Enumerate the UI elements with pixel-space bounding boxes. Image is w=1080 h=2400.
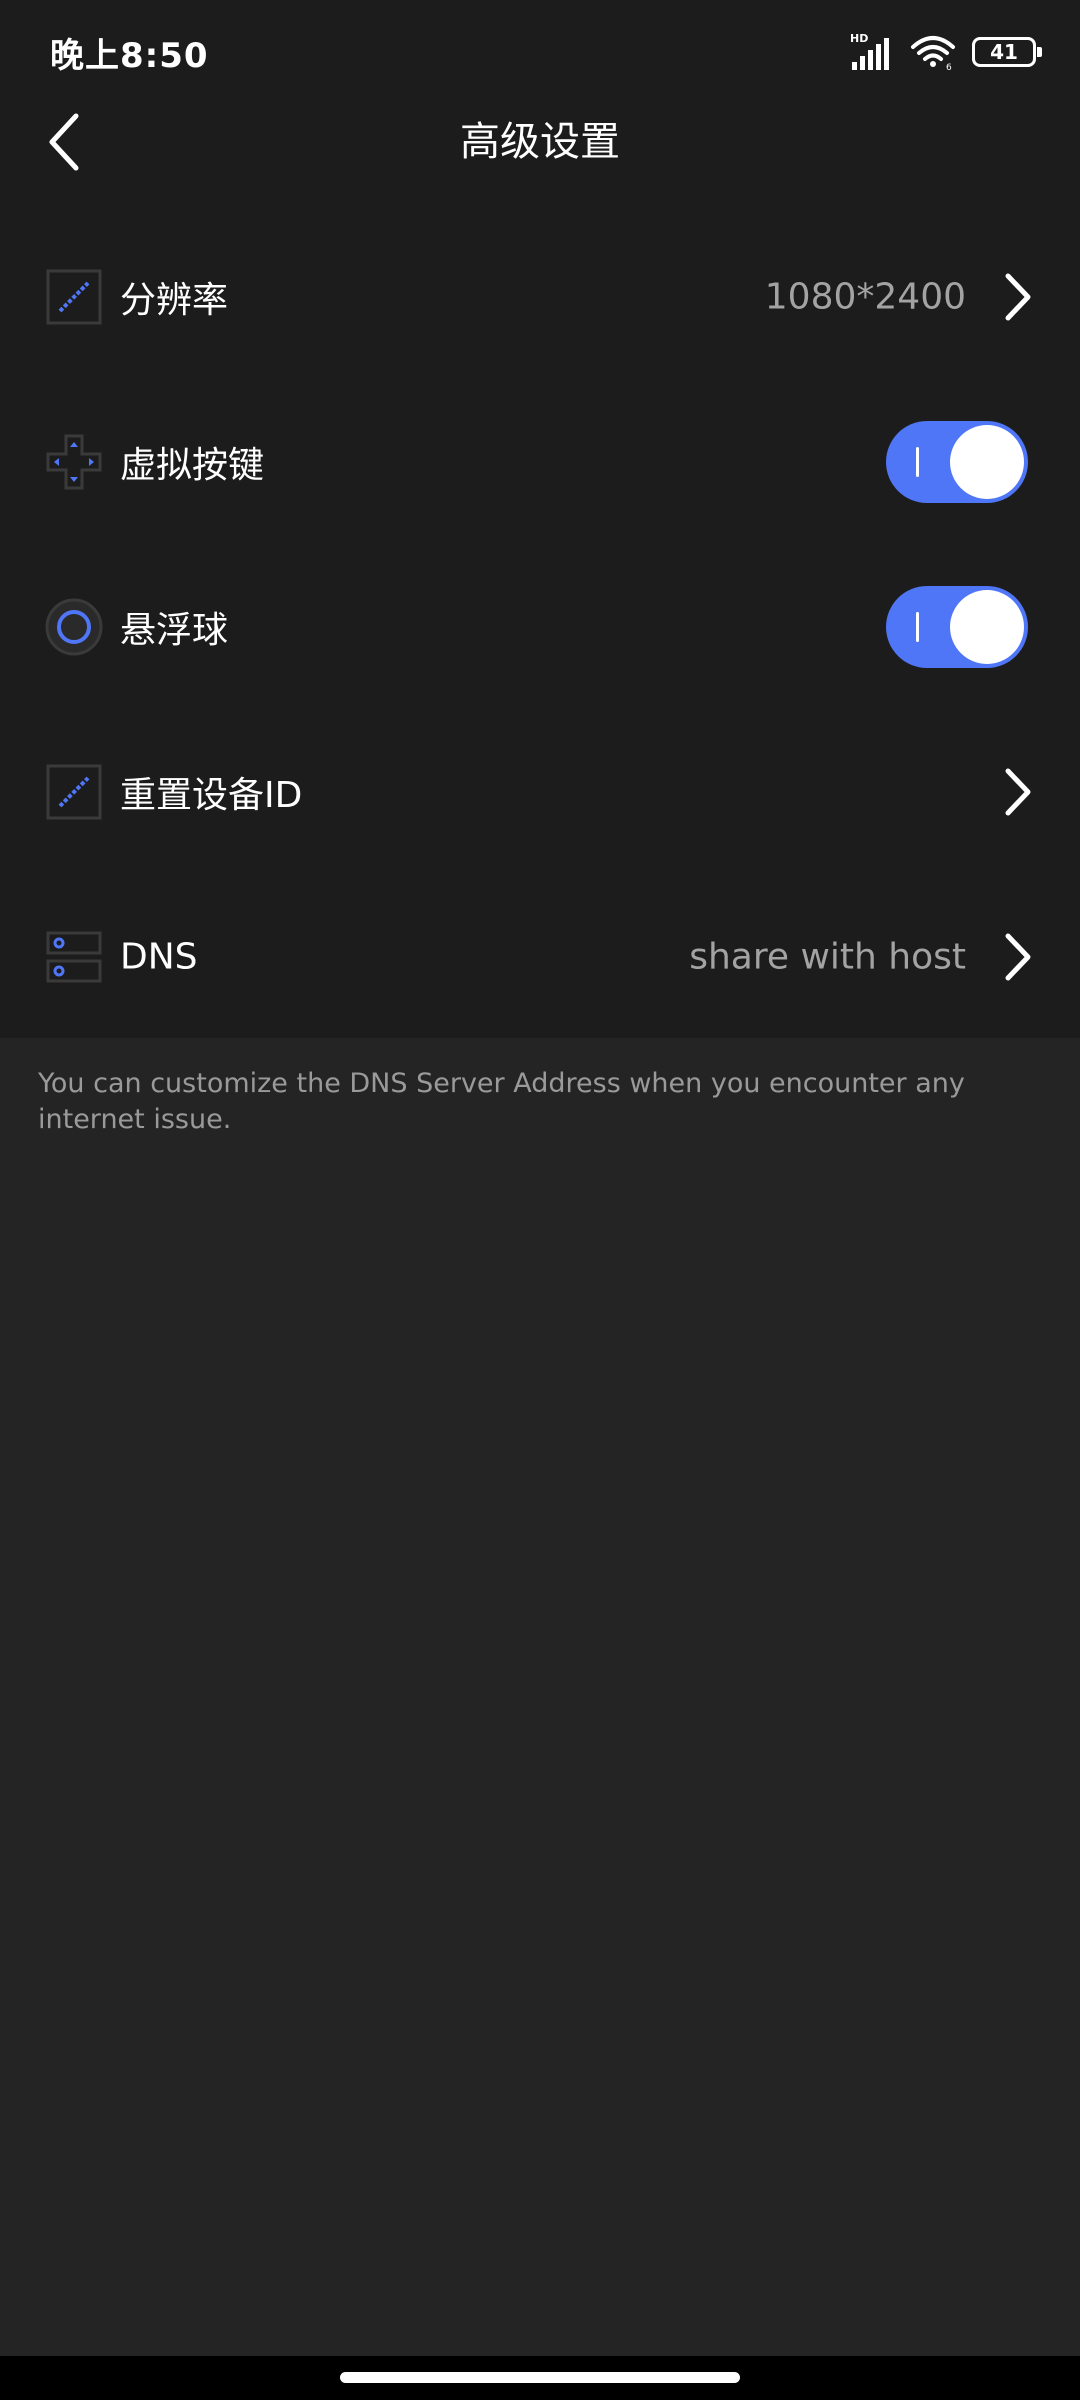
toggle-knob: [950, 425, 1024, 499]
settings-row-virtual-keys: 虚拟按键: [0, 380, 1080, 544]
reset-device-id-label: 重置设备ID: [120, 775, 303, 816]
settings-row-reset-device-id[interactable]: 重置设备ID: [0, 710, 1080, 874]
floating-ball-label: 悬浮球: [120, 610, 229, 651]
network-label: HD: [850, 32, 868, 45]
resolution-label: 分辨率: [120, 280, 229, 321]
toggle-knob: [950, 590, 1024, 664]
dns-value: share with host: [689, 936, 966, 978]
device-id-icon: [44, 762, 104, 822]
virtual-keys-label: 虚拟按键: [120, 445, 265, 486]
status-time: 晚上8:50: [50, 36, 209, 76]
signal-icon: HD: [850, 32, 889, 70]
home-indicator[interactable]: [340, 2372, 740, 2383]
settings-row-floating-ball: 悬浮球: [0, 545, 1080, 709]
virtual-keys-toggle[interactable]: [886, 421, 1028, 503]
dns-label: DNS: [120, 936, 198, 978]
screen: 晚上8:50 HD 6 41 高级设置 分辨率 1080*2400 虚拟按键 悬…: [0, 0, 1080, 2400]
battery-level: 41: [990, 40, 1018, 64]
chevron-right-icon: [996, 927, 1040, 987]
header: 高级设置: [0, 100, 1080, 184]
floating-ball-icon: [44, 597, 104, 657]
dns-help-text: You can customize the DNS Server Address…: [38, 1068, 965, 1135]
status-icons: HD 6 41: [850, 30, 1042, 74]
resolution-icon: [44, 267, 104, 327]
resolution-value: 1080*2400: [764, 276, 966, 318]
settings-row-dns[interactable]: DNS share with host: [0, 875, 1080, 1039]
battery-icon: 41: [972, 37, 1042, 67]
status-bar: 晚上8:50 HD 6 41: [0, 0, 1080, 100]
chevron-right-icon: [996, 762, 1040, 822]
svg-text:6: 6: [946, 63, 952, 71]
server-icon: [44, 927, 104, 987]
floating-ball-toggle[interactable]: [886, 586, 1028, 668]
navigation-bar: [0, 2356, 1080, 2400]
page-title: 高级设置: [460, 119, 620, 165]
wifi-icon: 6: [911, 36, 955, 71]
settings-row-resolution[interactable]: 分辨率 1080*2400: [0, 215, 1080, 379]
chevron-right-icon: [996, 267, 1040, 327]
dpad-icon: [44, 432, 104, 492]
